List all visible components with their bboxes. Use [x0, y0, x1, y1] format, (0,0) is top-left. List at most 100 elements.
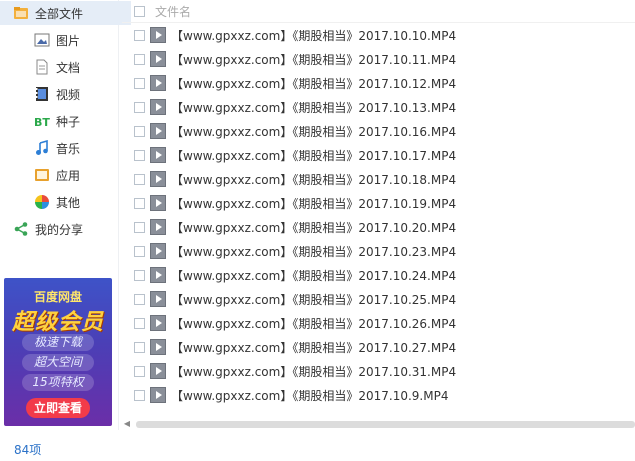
scrollbar-thumb[interactable]	[136, 421, 635, 428]
file-name[interactable]: 【www.gpxxz.com】《期股相当》2017.10.20.MP4	[171, 219, 456, 236]
file-name[interactable]: 【www.gpxxz.com】《期股相当》2017.10.17.MP4	[171, 147, 456, 164]
ad-brand: 百度网盘	[33, 290, 82, 304]
sidebar-item-label: 应用	[56, 168, 81, 183]
file-checkbox[interactable]	[134, 317, 145, 329]
sidebar-item-label: 我的分享	[35, 222, 84, 237]
file-checkbox[interactable]	[134, 173, 145, 185]
file-name[interactable]: 【www.gpxxz.com】《期股相当》2017.10.26.MP4	[171, 315, 456, 332]
file-row[interactable]: 【www.gpxxz.com】《期股相当》2017.10.31.MP4	[122, 359, 635, 383]
sidebar: 全部文件 图片 文档 视频 BT 种子 音乐 应用 其他 我的分享 百度网盘 超…	[0, 0, 131, 430]
file-checkbox[interactable]	[134, 389, 145, 401]
file-checkbox[interactable]	[134, 245, 145, 257]
music-icon	[34, 140, 50, 156]
video-file-icon	[150, 123, 166, 139]
sidebar-item-label: 音乐	[56, 141, 81, 156]
file-row[interactable]: 【www.gpxxz.com】《期股相当》2017.10.23.MP4	[122, 239, 635, 263]
sidebar-item-label: 文档	[56, 60, 81, 75]
video-file-icon	[150, 147, 166, 163]
share-icon	[13, 221, 29, 237]
file-name[interactable]: 【www.gpxxz.com】《期股相当》2017.10.16.MP4	[171, 123, 456, 140]
file-name[interactable]: 【www.gpxxz.com】《期股相当》2017.10.9.MP4	[171, 387, 448, 404]
video-file-icon	[150, 243, 166, 259]
other-icon	[34, 194, 50, 210]
file-checkbox[interactable]	[134, 149, 145, 161]
file-name[interactable]: 【www.gpxxz.com】《期股相当》2017.10.13.MP4	[171, 99, 456, 116]
video-file-icon	[150, 27, 166, 43]
file-name[interactable]: 【www.gpxxz.com】《期股相当》2017.10.31.MP4	[171, 363, 456, 380]
file-name[interactable]: 【www.gpxxz.com】《期股相当》2017.10.18.MP4	[171, 171, 456, 188]
video-icon	[34, 86, 50, 102]
file-checkbox[interactable]	[134, 341, 145, 353]
ad-perk: 极速下载	[22, 334, 94, 351]
document-icon	[34, 59, 50, 75]
file-name[interactable]: 【www.gpxxz.com】《期股相当》2017.10.24.MP4	[171, 267, 456, 284]
file-row[interactable]: 【www.gpxxz.com】《期股相当》2017.10.9.MP4	[122, 383, 635, 407]
file-list: 文件名 【www.gpxxz.com】《期股相当》2017.10.10.MP4 【…	[122, 0, 635, 430]
ad-view-now-button[interactable]: 立即查看	[26, 398, 90, 418]
file-name[interactable]: 【www.gpxxz.com】《期股相当》2017.10.25.MP4	[171, 291, 456, 308]
file-row[interactable]: 【www.gpxxz.com】《期股相当》2017.10.24.MP4	[122, 263, 635, 287]
file-list-header: 文件名	[122, 0, 635, 23]
video-file-icon	[150, 171, 166, 187]
file-checkbox[interactable]	[134, 365, 145, 377]
file-row[interactable]: 【www.gpxxz.com】《期股相当》2017.10.25.MP4	[122, 287, 635, 311]
file-checkbox[interactable]	[134, 221, 145, 233]
sidebar-item-my-share[interactable]: 我的分享	[0, 217, 131, 241]
file-name[interactable]: 【www.gpxxz.com】《期股相当》2017.10.12.MP4	[171, 75, 456, 92]
file-row[interactable]: 【www.gpxxz.com】《期股相当》2017.10.16.MP4	[122, 119, 635, 143]
item-count: 84项	[14, 443, 42, 457]
file-row[interactable]: 【www.gpxxz.com】《期股相当》2017.10.20.MP4	[122, 215, 635, 239]
file-name[interactable]: 【www.gpxxz.com】《期股相当》2017.10.10.MP4	[171, 27, 456, 44]
file-row[interactable]: 【www.gpxxz.com】《期股相当》2017.10.10.MP4	[122, 23, 635, 47]
ad-headline: 超级会员	[11, 310, 104, 335]
video-file-icon	[150, 291, 166, 307]
svg-text:BT: BT	[34, 116, 50, 129]
file-row[interactable]: 【www.gpxxz.com】《期股相当》2017.10.12.MP4	[122, 71, 635, 95]
file-checkbox[interactable]	[134, 29, 145, 41]
file-name[interactable]: 【www.gpxxz.com】《期股相当》2017.10.19.MP4	[171, 195, 456, 212]
horizontal-scrollbar[interactable]: ◀	[122, 419, 635, 429]
video-file-icon	[150, 363, 166, 379]
app-icon	[34, 167, 50, 183]
bt-icon: BT	[34, 113, 50, 129]
filename-column-header[interactable]: 文件名	[155, 3, 191, 20]
sidebar-item-label: 全部文件	[35, 6, 84, 21]
video-file-icon	[150, 219, 166, 235]
file-name[interactable]: 【www.gpxxz.com】《期股相当》2017.10.23.MP4	[171, 243, 456, 260]
scroll-left-icon[interactable]: ◀	[122, 419, 132, 429]
folder-icon	[13, 5, 29, 21]
file-checkbox[interactable]	[134, 197, 145, 209]
video-file-icon	[150, 51, 166, 67]
file-checkbox[interactable]	[134, 77, 145, 89]
video-file-icon	[150, 195, 166, 211]
ad-perk: 15项特权	[22, 374, 94, 391]
file-checkbox[interactable]	[134, 125, 145, 137]
select-all-checkbox[interactable]	[134, 5, 145, 17]
file-checkbox[interactable]	[134, 101, 145, 113]
sidebar-item-label: 图片	[56, 33, 81, 48]
file-checkbox[interactable]	[134, 53, 145, 65]
file-row[interactable]: 【www.gpxxz.com】《期股相当》2017.10.26.MP4	[122, 311, 635, 335]
ad-perk: 超大空间	[22, 354, 94, 371]
file-row[interactable]: 【www.gpxxz.com】《期股相当》2017.10.19.MP4	[122, 191, 635, 215]
file-row[interactable]: 【www.gpxxz.com】《期股相当》2017.10.18.MP4	[122, 167, 635, 191]
sidebar-item-label: 其他	[56, 195, 81, 210]
file-checkbox[interactable]	[134, 293, 145, 305]
video-file-icon	[150, 75, 166, 91]
vip-ad-banner[interactable]: 百度网盘 超级会员 极速下载 超大空间 15项特权 立即查看	[4, 278, 112, 426]
image-icon	[34, 32, 50, 48]
file-row[interactable]: 【www.gpxxz.com】《期股相当》2017.10.11.MP4	[122, 47, 635, 71]
sidebar-item-label: 视频	[56, 87, 81, 102]
file-checkbox[interactable]	[134, 269, 145, 281]
file-row[interactable]: 【www.gpxxz.com】《期股相当》2017.10.13.MP4	[122, 95, 635, 119]
sidebar-item-all-files[interactable]: 全部文件	[0, 1, 131, 25]
video-file-icon	[150, 99, 166, 115]
file-row[interactable]: 【www.gpxxz.com】《期股相当》2017.10.27.MP4	[122, 335, 635, 359]
file-name[interactable]: 【www.gpxxz.com】《期股相当》2017.10.27.MP4	[171, 339, 456, 356]
video-file-icon	[150, 315, 166, 331]
file-name[interactable]: 【www.gpxxz.com】《期股相当》2017.10.11.MP4	[171, 51, 456, 68]
video-file-icon	[150, 387, 166, 403]
video-file-icon	[150, 339, 166, 355]
video-file-icon	[150, 267, 166, 283]
file-row[interactable]: 【www.gpxxz.com】《期股相当》2017.10.17.MP4	[122, 143, 635, 167]
